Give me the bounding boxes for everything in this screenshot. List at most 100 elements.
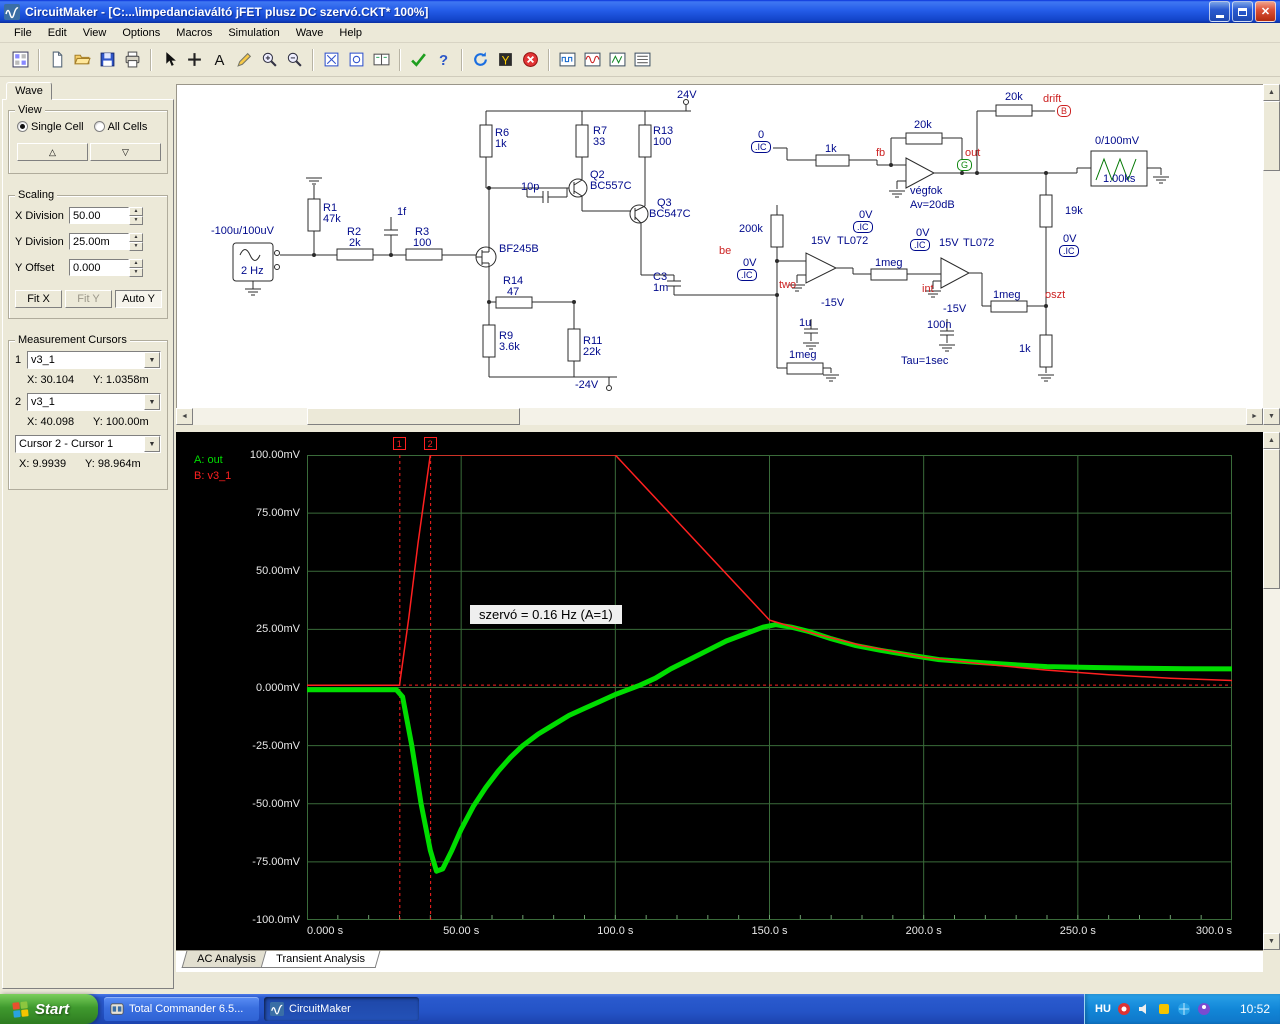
cell-up-button[interactable]: △: [17, 143, 88, 161]
scrollbar-thumb[interactable]: [1263, 101, 1280, 171]
y-division-input[interactable]: [69, 233, 129, 250]
scrollbar-thumb[interactable]: [307, 408, 520, 425]
schematic-label: oszt: [1045, 289, 1066, 301]
check-circuit-icon[interactable]: [406, 47, 431, 72]
task-total-commander[interactable]: Total Commander 6.5...: [104, 997, 259, 1021]
cursor-marker[interactable]: 2: [423, 437, 437, 450]
scroll-down-icon[interactable]: ▼: [1263, 408, 1280, 425]
y-axis-label: 0.000mV: [255, 681, 300, 694]
update-tray-icon[interactable]: [1157, 1002, 1171, 1016]
fit-y-button[interactable]: Fit Y: [65, 290, 112, 308]
logic-analyzer-icon[interactable]: [630, 47, 655, 72]
auto-y-button[interactable]: Auto Y: [115, 290, 162, 308]
schematic-label: out: [965, 147, 981, 159]
waveform-v-scrollbar[interactable]: ▲ ▼: [1263, 432, 1280, 950]
radio-all-cells[interactable]: All Cells: [93, 121, 147, 133]
split-view-icon[interactable]: [369, 47, 394, 72]
reset-simulation-icon[interactable]: [468, 47, 493, 72]
legend-item: B: v3_1: [194, 470, 232, 482]
tab-transient-analysis[interactable]: Transient Analysis: [260, 951, 380, 968]
add-part-tool-icon[interactable]: [182, 47, 207, 72]
menu-options[interactable]: Options: [114, 25, 168, 41]
x-division-input[interactable]: [69, 207, 129, 224]
cursor-marker[interactable]: 1: [392, 437, 406, 450]
task-circuitmaker[interactable]: CircuitMaker: [264, 997, 419, 1021]
schematic-h-scrollbar[interactable]: ◄ ►: [176, 408, 1263, 425]
text-tool-icon[interactable]: A: [207, 47, 232, 72]
x-division-spinner[interactable]: ▲ ▼: [129, 207, 143, 225]
app-icon: [4, 3, 20, 20]
save-file-icon[interactable]: [95, 47, 120, 72]
digital-scope-icon[interactable]: [555, 47, 580, 72]
schematic-v-scrollbar[interactable]: ▲ ▼: [1263, 84, 1280, 425]
cursor-1-signal-select[interactable]: v3_1 ▼: [27, 351, 161, 369]
schematic-label: TL072: [963, 237, 995, 249]
radio-single-cell[interactable]: Single Cell: [17, 121, 84, 133]
y-division-label: Y Division: [15, 235, 64, 248]
print-icon[interactable]: [120, 47, 145, 72]
select-tool-icon[interactable]: [157, 47, 182, 72]
fit-x-button[interactable]: Fit X: [15, 290, 62, 308]
menu-simulation[interactable]: Simulation: [220, 25, 287, 41]
language-indicator[interactable]: HU: [1095, 1003, 1111, 1015]
zoom-page-icon[interactable]: [344, 47, 369, 72]
scroll-up-icon[interactable]: ▲: [1263, 84, 1280, 101]
parts-browser-icon[interactable]: [8, 47, 33, 72]
view-group: View Single Cell All Cells △ ▽: [8, 104, 168, 174]
y-axis-label: 25.00mV: [255, 623, 300, 636]
waveform-plot[interactable]: [307, 455, 1232, 920]
start-label: Start: [35, 1000, 70, 1018]
signal-generator-icon[interactable]: [605, 47, 630, 72]
antivirus-tray-icon[interactable]: [1117, 1002, 1131, 1016]
scroll-up-icon[interactable]: ▲: [1263, 432, 1280, 449]
taskbar-clock[interactable]: 10:52: [1240, 1002, 1270, 1016]
network-tray-icon[interactable]: [1177, 1002, 1191, 1016]
edit-tool-icon[interactable]: [232, 47, 257, 72]
schematic-label: drift: [1043, 93, 1062, 105]
cursor-2-signal-select[interactable]: v3_1 ▼: [27, 393, 161, 411]
menu-file[interactable]: File: [6, 25, 40, 41]
schematic-label: 1m: [653, 282, 669, 294]
menu-edit[interactable]: Edit: [40, 25, 75, 41]
waveform-viewer[interactable]: A: out B: v3_1 szervó = 0.16 Hz (A=1) 10…: [176, 432, 1263, 950]
schematic-label: -15V: [943, 303, 967, 315]
menu-macros[interactable]: Macros: [168, 25, 220, 41]
schematic-label: 1meg: [789, 349, 817, 361]
cell-down-button[interactable]: ▽: [90, 143, 161, 161]
scaling-group: Scaling X Division ▲▼ Y Division ▲▼ Y Of…: [8, 189, 168, 319]
stop-simulation-icon[interactable]: [518, 47, 543, 72]
menu-wave[interactable]: Wave: [288, 25, 332, 41]
start-button[interactable]: Start: [0, 994, 98, 1024]
minimize-button[interactable]: [1209, 1, 1230, 22]
tab-wave[interactable]: Wave: [6, 82, 52, 100]
fit-page-icon[interactable]: [319, 47, 344, 72]
y-division-spinner[interactable]: ▲ ▼: [129, 233, 143, 251]
menu-help[interactable]: Help: [331, 25, 370, 41]
scroll-down-icon[interactable]: ▼: [1263, 933, 1280, 950]
schematic-canvas[interactable]: 24V R6 1k R7 33 R13 100 Q2 BC557C 10p Q3 BC547C R1 47…: [176, 84, 1263, 408]
schematic-label: 24V: [677, 89, 697, 101]
messenger-tray-icon[interactable]: [1197, 1002, 1211, 1016]
zoom-in-tool-icon[interactable]: [257, 47, 282, 72]
scrollbar-thumb[interactable]: [1263, 449, 1280, 589]
y-offset-input[interactable]: [69, 259, 129, 276]
scroll-left-icon[interactable]: ◄: [176, 408, 193, 425]
zoom-out-tool-icon[interactable]: [282, 47, 307, 72]
maximize-button[interactable]: [1232, 1, 1253, 22]
scroll-right-icon[interactable]: ►: [1246, 408, 1263, 425]
probe-tool-icon[interactable]: Y: [493, 47, 518, 72]
y-axis-label: 50.00mV: [255, 565, 300, 578]
help-icon[interactable]: ?: [431, 47, 456, 72]
open-file-icon[interactable]: [70, 47, 95, 72]
new-file-icon[interactable]: [45, 47, 70, 72]
cursor-diff-select[interactable]: Cursor 2 - Cursor 1 ▼: [15, 435, 161, 453]
volume-tray-icon[interactable]: [1137, 1002, 1151, 1016]
menu-view[interactable]: View: [75, 25, 115, 41]
tab-ac-analysis[interactable]: AC Analysis: [181, 951, 272, 968]
x-axis-label: 250.0 s: [1059, 925, 1096, 937]
y-offset-spinner[interactable]: ▲ ▼: [129, 259, 143, 277]
schematic-label: 1meg: [875, 257, 903, 269]
schematic-label: 1k: [825, 143, 837, 155]
analog-scope-icon[interactable]: [580, 47, 605, 72]
close-button[interactable]: ✕: [1255, 1, 1276, 22]
